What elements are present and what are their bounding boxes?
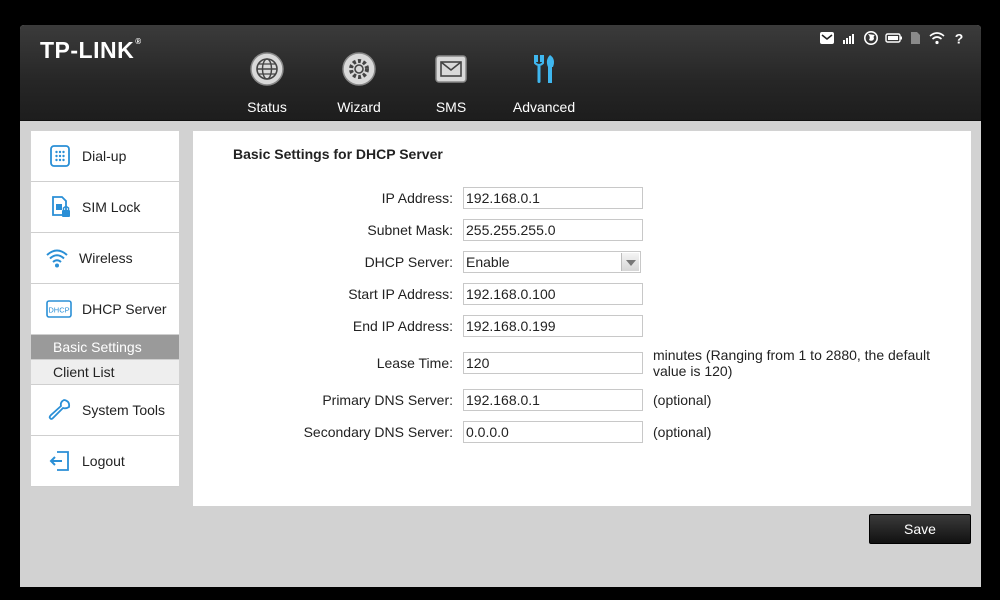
wifi-icon	[929, 31, 945, 45]
nav-advanced-label: Advanced	[512, 99, 576, 115]
wifi-icon	[46, 249, 68, 268]
save-button[interactable]: Save	[869, 514, 971, 544]
dhcp-server-select[interactable]: Enable	[463, 251, 641, 273]
sidebar-item-wireless[interactable]: Wireless	[31, 233, 179, 284]
help-icon[interactable]: ?	[951, 31, 967, 47]
dhcp-server-selected-value: Enable	[466, 254, 510, 270]
sidebar-item-label: DHCP Server	[82, 301, 167, 317]
secondary-dns-note: (optional)	[653, 424, 712, 440]
chevron-down-icon[interactable]	[621, 253, 639, 271]
start-ip-label: Start IP Address:	[348, 286, 453, 302]
nav-wizard-label: Wizard	[337, 99, 381, 115]
nav-advanced[interactable]: Advanced	[504, 51, 584, 115]
nav-status-label: Status	[247, 99, 287, 115]
subnet-mask-label: Subnet Mask:	[367, 222, 453, 238]
internet-globe-icon	[863, 31, 879, 45]
ip-address-input[interactable]: 192.168.0.1	[463, 187, 643, 209]
sidebar-item-label: System Tools	[82, 402, 165, 418]
lease-time-row: Lease Time: 120 minutes (Ranging from 1 …	[193, 347, 971, 379]
brand-registered-mark: ®	[135, 37, 142, 46]
primary-dns-input[interactable]: 192.168.0.1	[463, 389, 643, 411]
page-title: Basic Settings for DHCP Server	[233, 146, 443, 162]
secondary-dns-row: Secondary DNS Server: 0.0.0.0 (optional)	[193, 421, 971, 443]
sim-lock-icon	[52, 196, 70, 217]
lease-time-input[interactable]: 120	[463, 352, 643, 374]
primary-dns-note: (optional)	[653, 392, 712, 408]
content-panel: Basic Settings for DHCP Server IP Addres…	[193, 131, 971, 506]
sim-card-icon	[907, 31, 923, 45]
sidebar-item-logout[interactable]: Logout	[31, 436, 179, 487]
ip-address-row: IP Address: 192.168.0.1	[193, 187, 971, 209]
end-ip-row: End IP Address: 192.168.0.199	[193, 315, 971, 337]
globe-icon	[250, 52, 284, 86]
wizard-gear-icon	[342, 52, 376, 86]
message-icon[interactable]	[819, 31, 835, 45]
header-bar: TP-LINK® Status Wizard SMS Advanced ?	[20, 25, 981, 121]
nav-sms-label: SMS	[435, 99, 467, 115]
sidebar-item-sim-lock[interactable]: SIM Lock	[31, 182, 179, 233]
dialpad-icon	[50, 145, 70, 167]
subnet-mask-row: Subnet Mask: 255.255.255.0	[193, 219, 971, 241]
sidebar-subitem-client-list[interactable]: Client List	[31, 360, 179, 385]
wrench-icon	[48, 399, 71, 420]
logout-icon	[49, 451, 69, 471]
start-ip-row: Start IP Address: 192.168.0.100	[193, 283, 971, 305]
sidebar-item-label: Dial-up	[82, 148, 127, 164]
app-window: TP-LINK® Status Wizard SMS Advanced ? Di…	[20, 25, 981, 587]
sidebar-item-label: SIM Lock	[82, 199, 141, 215]
secondary-dns-label: Secondary DNS Server:	[303, 424, 453, 440]
secondary-dns-input[interactable]: 0.0.0.0	[463, 421, 643, 443]
sidebar-subitem-basic-settings[interactable]: Basic Settings	[31, 335, 179, 360]
sidebar-item-dhcp-server[interactable]: DHCP DHCP Server	[31, 284, 179, 335]
dhcp-server-label: DHCP Server:	[364, 254, 453, 270]
lease-time-label: Lease Time:	[376, 355, 453, 371]
nav-status[interactable]: Status	[227, 51, 307, 115]
brand-logo: TP-LINK®	[40, 37, 142, 64]
sidebar-item-label: Wireless	[79, 250, 133, 266]
dhcp-icon: DHCP	[46, 300, 72, 318]
nav-sms[interactable]: SMS	[411, 51, 491, 115]
svg-text:?: ?	[955, 31, 964, 45]
status-icons-bar: ?	[819, 31, 967, 47]
end-ip-input[interactable]: 192.168.0.199	[463, 315, 643, 337]
ip-address-label: IP Address:	[381, 190, 453, 206]
brand-name: TP-LINK	[40, 37, 135, 63]
sidebar-item-label: Logout	[82, 453, 125, 469]
start-ip-input[interactable]: 192.168.0.100	[463, 283, 643, 305]
sidebar-item-system-tools[interactable]: System Tools	[31, 385, 179, 436]
dhcp-icon-text: DHCP	[48, 306, 69, 315]
sidebar-item-dial-up[interactable]: Dial-up	[31, 131, 179, 182]
primary-dns-row: Primary DNS Server: 192.168.0.1 (optiona…	[193, 389, 971, 411]
lease-time-note: minutes (Ranging from 1 to 2880, the def…	[653, 347, 931, 379]
dhcp-server-row: DHCP Server: Enable	[193, 251, 971, 273]
primary-dns-label: Primary DNS Server:	[322, 392, 453, 408]
envelope-icon	[435, 55, 467, 83]
sidebar: Dial-up SIM Lock Wireless DHCP DHCP Serv…	[31, 131, 179, 487]
end-ip-label: End IP Address:	[352, 318, 453, 334]
signal-icon	[841, 31, 857, 45]
nav-wizard[interactable]: Wizard	[319, 51, 399, 115]
tools-icon	[534, 55, 554, 83]
battery-icon	[885, 31, 902, 45]
subnet-mask-input[interactable]: 255.255.255.0	[463, 219, 643, 241]
